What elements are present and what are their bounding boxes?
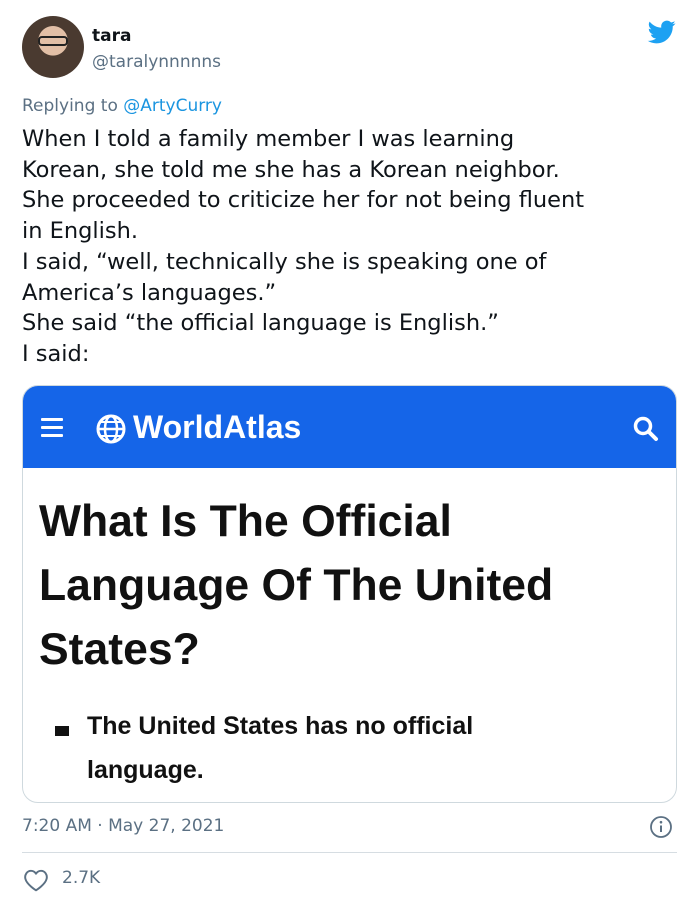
tweet-timestamp[interactable]: 7:20 AM · May 27, 2021 xyxy=(22,816,224,836)
tweet-text: When I told a family member I was learni… xyxy=(22,124,682,370)
tweet-line: She proceeded to criticize her for not b… xyxy=(22,187,585,214)
tweet-line: I said, “well, technically she is speaki… xyxy=(22,248,547,275)
replying-to: Replying to @ArtyCurry xyxy=(22,96,222,116)
author-name[interactable]: tara xyxy=(92,26,131,46)
tweet-line: I said: xyxy=(22,340,90,367)
bullet-marker xyxy=(55,726,69,736)
hamburger-menu-icon xyxy=(41,418,63,438)
heart-icon[interactable] xyxy=(23,868,49,892)
bullet-line: language. xyxy=(87,756,204,784)
tweet-line: in English. xyxy=(22,218,139,245)
article-title-line: States? xyxy=(39,625,200,674)
tweet-line: She said “the official language is Engli… xyxy=(22,310,499,337)
article-title: What Is The Official Language Of The Uni… xyxy=(39,490,669,682)
info-icon[interactable] xyxy=(649,815,673,839)
tweet-line: America’s languages.” xyxy=(22,279,277,306)
tweet-line: Korean, she told me she has a Korean nei… xyxy=(22,156,560,183)
like-count[interactable]: 2.7K xyxy=(62,868,100,888)
bullet-line: The United States has no official xyxy=(87,712,474,740)
reply-prefix: Replying to xyxy=(22,96,124,116)
avatar[interactable] xyxy=(22,16,84,78)
article-title-line: Language Of The United xyxy=(39,561,554,610)
bullet-text: The United States has no official langua… xyxy=(87,704,587,792)
twitter-bird-icon[interactable] xyxy=(646,18,678,46)
attached-image-card[interactable]: WorldAtlas What Is The Official Language… xyxy=(22,385,677,803)
avatar-glasses xyxy=(38,36,68,46)
tweet-line: When I told a family member I was learni… xyxy=(22,126,515,152)
worldatlas-navbar: WorldAtlas xyxy=(23,386,676,468)
search-icon xyxy=(633,416,658,441)
article-title-line: What Is The Official xyxy=(39,497,452,546)
divider xyxy=(22,852,677,853)
worldatlas-brand: WorldAtlas xyxy=(133,409,302,445)
reply-mention-link[interactable]: @ArtyCurry xyxy=(123,96,222,116)
globe-icon xyxy=(96,414,126,444)
author-handle[interactable]: @taralynnnnns xyxy=(92,52,221,72)
tweet-header: tara @taralynnnnns xyxy=(22,16,682,80)
